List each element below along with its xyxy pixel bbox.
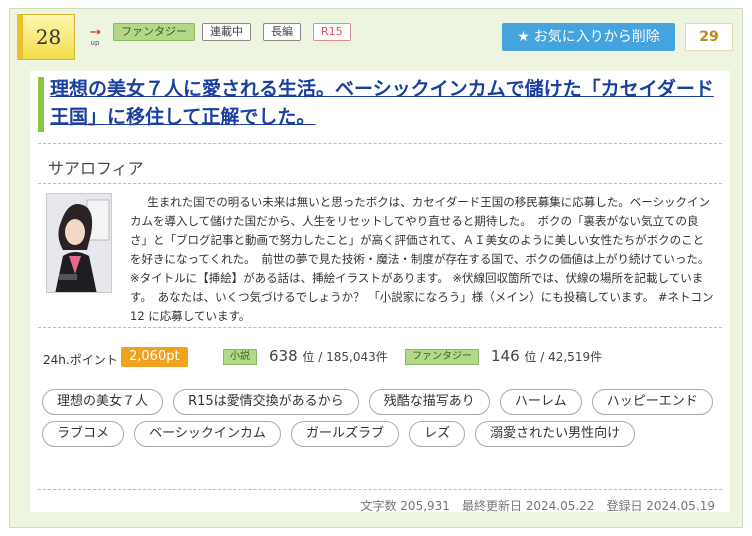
serial-status-tag: 連載中 bbox=[202, 23, 251, 41]
divider bbox=[38, 143, 722, 144]
keyword-tag[interactable]: 理想の美女７人 bbox=[42, 389, 164, 415]
remove-favorite-label: お気に入りから削除 bbox=[533, 29, 660, 45]
novel-detail-panel: 理想の美女７人に愛される生活。ベーシックインカムで儲けた「カセイダード王国」に移… bbox=[30, 71, 730, 514]
keyword-tag[interactable]: ベーシックインカム bbox=[134, 421, 281, 447]
keyword-tag[interactable]: ガールズラブ bbox=[290, 421, 399, 447]
genre-rank-number: 146 bbox=[491, 347, 520, 365]
cover-image[interactable] bbox=[46, 193, 112, 293]
star-icon: ★ bbox=[517, 29, 530, 45]
title-accent-bar bbox=[38, 77, 44, 132]
novel-card: 28 ➚ up ファンタジー 連載中 長編 R15 ★ お気に入りから削除 29 … bbox=[9, 8, 743, 528]
novel-rank-number: 638 bbox=[269, 347, 298, 365]
genre-ranking-tag: ファンタジー bbox=[405, 349, 479, 365]
novel-meta: 文字数 205,931 最終更新日 2024.05.22 登録日 2024.05.1… bbox=[360, 497, 715, 514]
favorite-count: 29 bbox=[685, 23, 733, 51]
keyword-tag[interactable]: ラブコメ bbox=[42, 421, 125, 447]
keyword-tag[interactable]: レズ bbox=[409, 421, 466, 447]
points-label: 24h.ポイント bbox=[43, 353, 118, 367]
keyword-tag[interactable]: ハーレム bbox=[499, 389, 582, 415]
genre-tag[interactable]: ファンタジー bbox=[113, 23, 195, 41]
keyword-tag[interactable]: R15は愛情交換があるから bbox=[173, 389, 359, 415]
genre-rank-total: 位 / 42,519件 bbox=[524, 350, 603, 364]
rating-tag: R15 bbox=[313, 23, 351, 41]
rank-badge: 28 bbox=[17, 14, 75, 60]
novel-title-link[interactable]: 理想の美女７人に愛される生活。ベーシックインカムで儲けた「カセイダード王国」に移… bbox=[50, 75, 715, 131]
cover-illustration bbox=[47, 194, 111, 292]
keyword-tag[interactable]: 残酷な描写あり bbox=[368, 389, 490, 415]
last-updated: 最終更新日 2024.05.22 bbox=[461, 499, 595, 513]
author-name[interactable]: サアロフィア bbox=[48, 155, 144, 179]
novel-ranking-tag: 小説 bbox=[223, 349, 257, 365]
novel-rank-total: 位 / 185,043件 bbox=[302, 350, 388, 364]
rank-up-indicator: ➚ up bbox=[86, 22, 106, 47]
points-value: 2,060pt bbox=[121, 347, 188, 367]
registered-date: 登録日 2024.05.19 bbox=[606, 499, 715, 513]
divider bbox=[38, 183, 722, 184]
novel-ranking: 638 位 / 185,043件 bbox=[269, 347, 388, 365]
genre-ranking: 146 位 / 42,519件 bbox=[491, 347, 602, 365]
divider bbox=[38, 327, 722, 328]
remove-favorite-button[interactable]: ★ お気に入りから削除 bbox=[502, 23, 675, 51]
keyword-tag[interactable]: ハッピーエンド bbox=[591, 389, 713, 415]
ranking-stats: 24h.ポイント 2,060pt 小説 638 位 / 185,043件 ファン… bbox=[43, 347, 723, 369]
keyword-list: 理想の美女７人 R15は愛情交換があるから 残酷な描写あり ハーレム ハッピーエ… bbox=[42, 389, 722, 453]
synopsis: 生まれた国での明るい未来は無いと思ったボクは、カセイダード王国の移民募集に応募し… bbox=[130, 195, 714, 323]
keyword-tag[interactable]: 溺愛されたい男性向け bbox=[475, 421, 636, 447]
divider bbox=[38, 489, 722, 490]
char-count: 文字数 205,931 bbox=[360, 499, 450, 513]
length-tag: 長編 bbox=[263, 23, 301, 41]
